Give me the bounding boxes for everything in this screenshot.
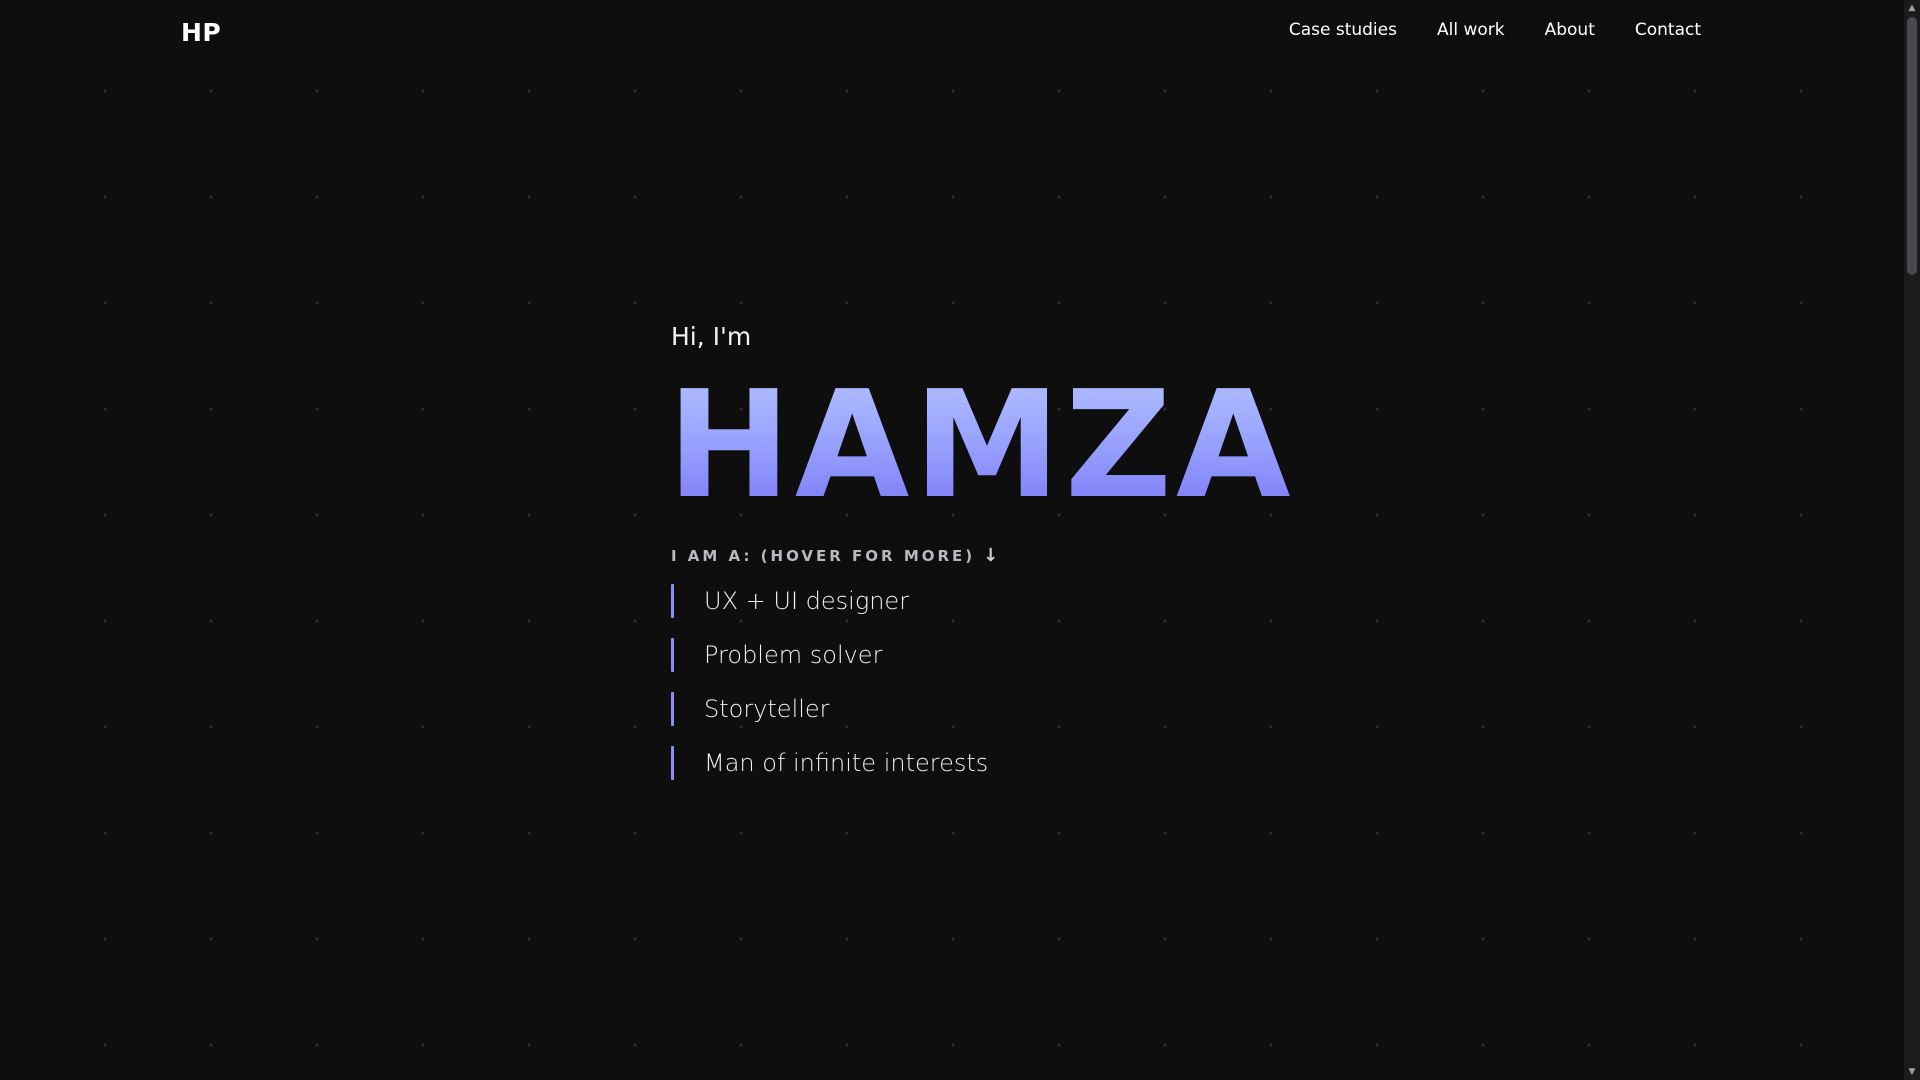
viewport: HP Case studies All work About Contact H…: [0, 0, 1904, 1080]
roles-list: UX + UI designer Problem solver Storytel…: [671, 584, 1295, 780]
role-item-ux-ui-designer[interactable]: UX + UI designer: [671, 584, 1295, 618]
role-item-problem-solver[interactable]: Problem solver: [671, 638, 1295, 672]
role-accent-bar: [671, 584, 674, 618]
hero-name: HAMZA: [667, 359, 1295, 531]
page: HP Case studies All work About Contact H…: [0, 0, 1920, 1080]
main-nav: Case studies All work About Contact: [1289, 20, 1701, 40]
role-item-storyteller[interactable]: Storyteller: [671, 692, 1295, 726]
role-label: Storyteller: [704, 695, 830, 723]
roles-heading: I AM A: (HOVER FOR MORE) ↓: [671, 545, 1295, 566]
role-accent-bar: [671, 638, 674, 672]
role-accent-bar: [671, 692, 674, 726]
nav-link-all-work[interactable]: All work: [1437, 20, 1505, 40]
role-label: Problem solver: [704, 641, 883, 669]
scroll-down-arrow-icon[interactable]: ▼: [1904, 1064, 1920, 1080]
role-accent-bar: [671, 746, 674, 780]
hero-section: Hi, I'm HAMZA I AM A: (HOVER FOR MORE) ↓…: [667, 322, 1295, 780]
role-label: UX + UI designer: [704, 587, 910, 615]
logo[interactable]: HP: [181, 18, 221, 47]
nav-link-case-studies[interactable]: Case studies: [1289, 20, 1397, 40]
nav-link-contact[interactable]: Contact: [1635, 20, 1701, 40]
vertical-scrollbar[interactable]: ▲ ▼: [1904, 0, 1920, 1080]
role-label: Man of infinite interests: [704, 749, 989, 777]
hero-greeting: Hi, I'm: [671, 322, 752, 351]
top-navbar: HP Case studies All work About Contact: [0, 0, 1904, 70]
arrow-down-icon: ↓: [983, 545, 999, 566]
roles-heading-text: I AM A: (HOVER FOR MORE): [671, 546, 976, 565]
scroll-up-arrow-icon[interactable]: ▲: [1904, 0, 1920, 16]
nav-link-about[interactable]: About: [1545, 20, 1595, 40]
role-item-man-of-infinite-interests[interactable]: Man of infinite interests: [671, 746, 1295, 780]
scrollbar-thumb[interactable]: [1907, 17, 1917, 275]
